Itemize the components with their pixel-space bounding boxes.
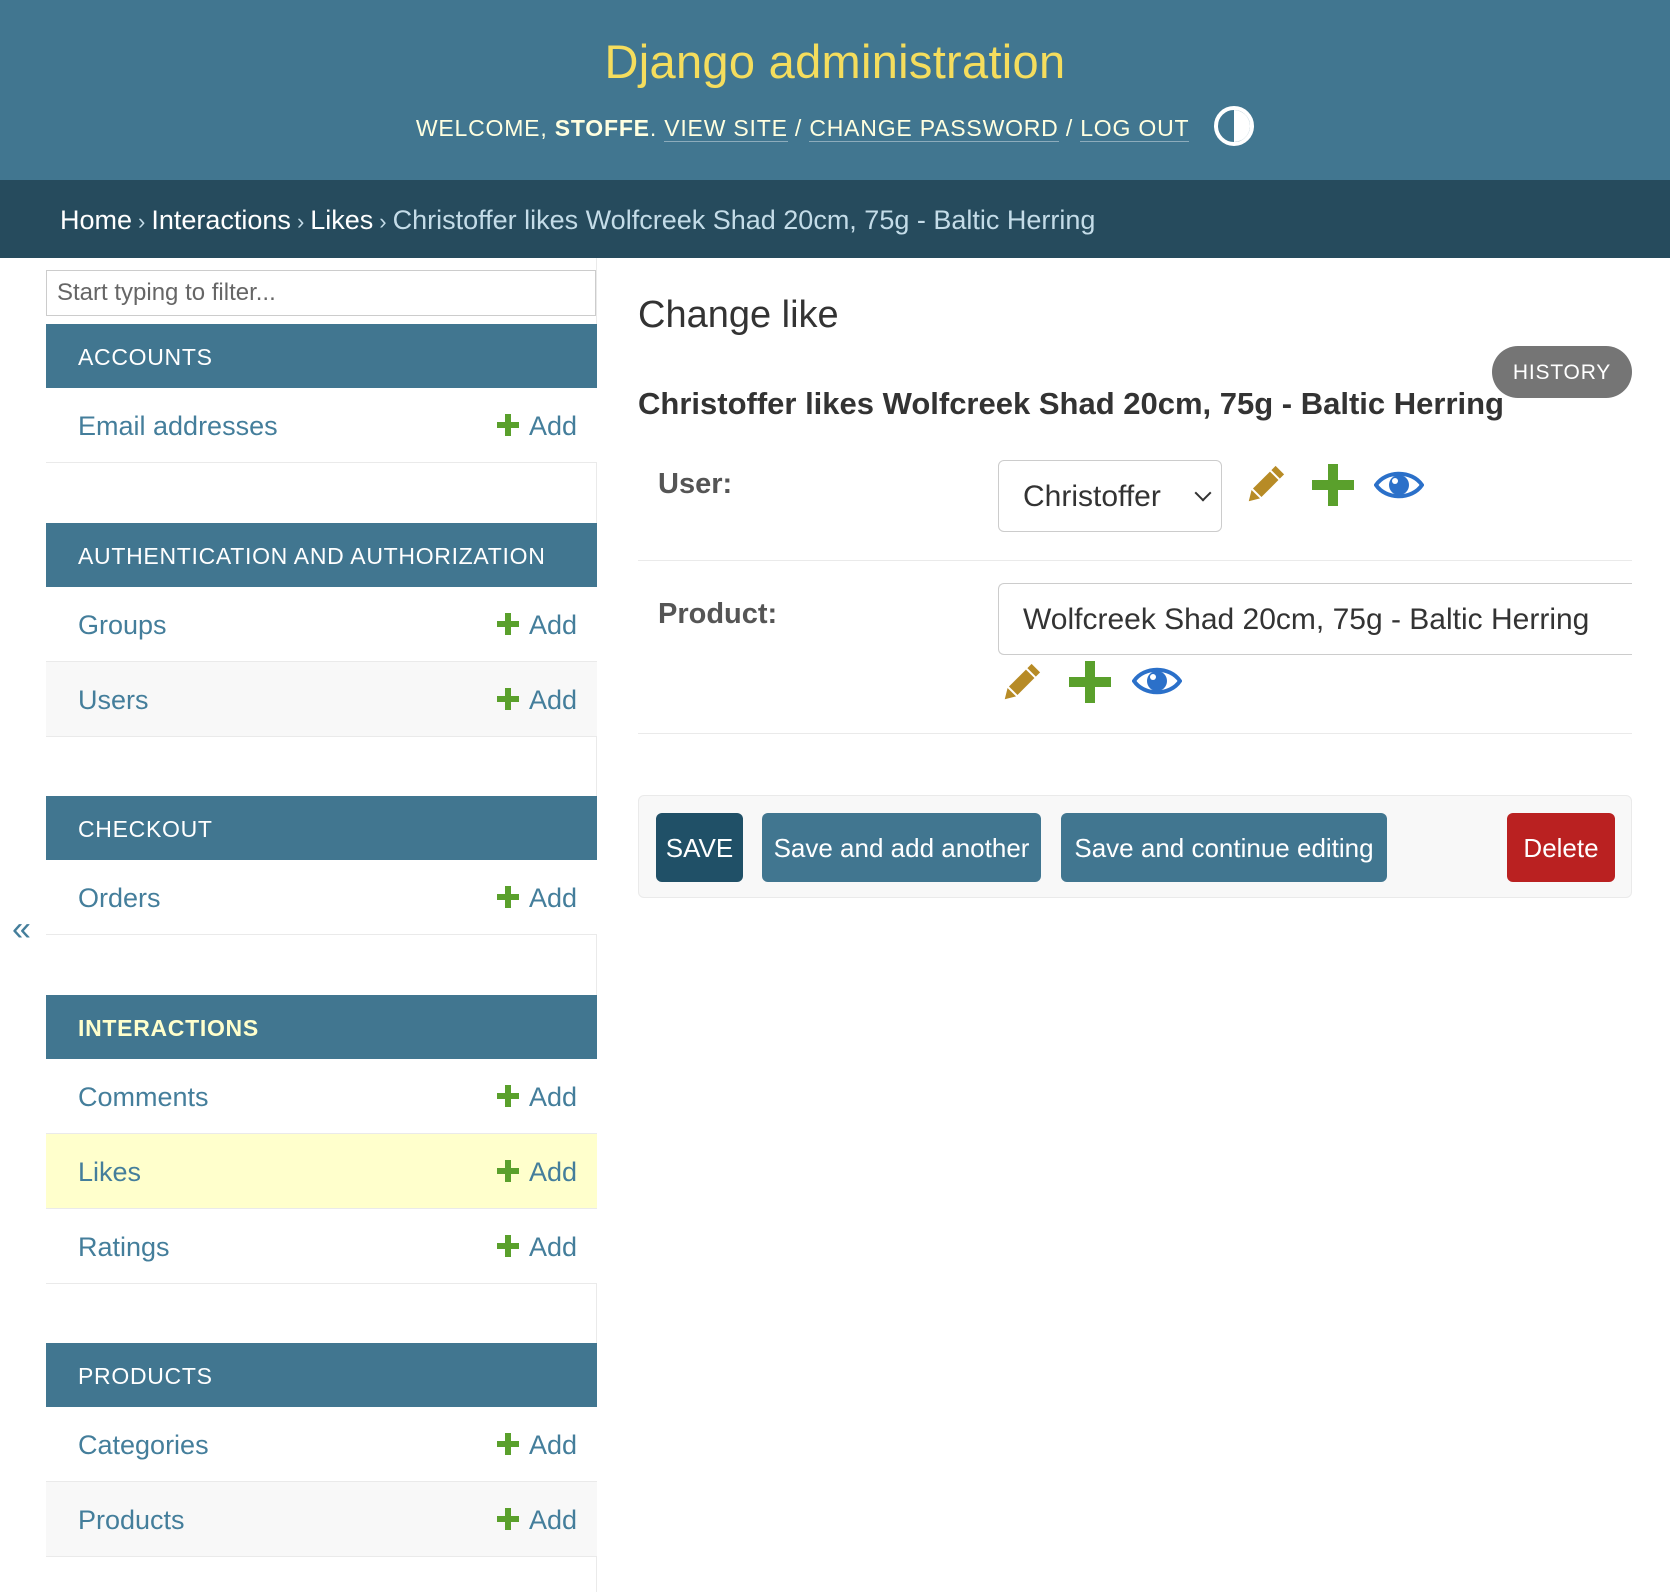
view-site-link[interactable]: VIEW SITE: [664, 115, 788, 143]
model-row-users: Users Add: [46, 662, 597, 737]
product-select-value: Wolfcreek Shad 20cm, 75g - Baltic Herrin…: [1023, 603, 1590, 636]
delete-button[interactable]: Delete: [1507, 813, 1615, 882]
module-caption[interactable]: INTERACTIONS: [46, 995, 597, 1059]
breadcrumb-app[interactable]: Interactions: [151, 205, 291, 235]
add-label: Add: [528, 883, 577, 913]
model-link-likes[interactable]: Likes: [78, 1134, 141, 1210]
module-products: PRODUCTS Categories Add Products Add: [46, 1343, 597, 1557]
separator: /: [794, 115, 803, 142]
site-name[interactable]: Django administration: [0, 34, 1670, 89]
plus-icon[interactable]: [1312, 464, 1354, 506]
add-label: Add: [528, 1430, 577, 1460]
eye-icon[interactable]: [1132, 664, 1182, 698]
breadcrumb-separator: ›: [379, 209, 387, 234]
plus-icon: [496, 1235, 519, 1257]
breadcrumb-current: Christoffer likes Wolfcreek Shad 20cm, 7…: [392, 205, 1096, 235]
model-row-likes: Likes Add: [46, 1134, 597, 1209]
module-caption[interactable]: AUTHENTICATION AND AUTHORIZATION: [46, 523, 597, 587]
history-button[interactable]: HISTORY: [1492, 346, 1632, 398]
user-select[interactable]: Christoffer: [998, 460, 1222, 532]
module-caption[interactable]: ACCOUNTS: [46, 324, 597, 388]
model-link-products[interactable]: Products: [78, 1482, 185, 1558]
add-label: Add: [528, 1232, 577, 1262]
submit-row: SAVE Save and add another Save and conti…: [638, 795, 1632, 898]
breadcrumb-home[interactable]: Home: [60, 205, 132, 235]
module-auth: AUTHENTICATION AND AUTHORIZATION Groups …: [46, 523, 597, 737]
add-product-button[interactable]: Add: [496, 1482, 577, 1558]
user-tools: WELCOME, STOFFE. VIEW SITE / CHANGE PASS…: [0, 106, 1670, 150]
add-comment-button[interactable]: Add: [496, 1059, 577, 1135]
model-row-orders: Orders Add: [46, 860, 597, 935]
plus-icon: [496, 1508, 519, 1530]
module-accounts: ACCOUNTS Email addresses Add: [46, 324, 597, 463]
object-title: Christoffer likes Wolfcreek Shad 20cm, 7…: [638, 386, 1504, 421]
plus-icon: [496, 414, 519, 436]
breadcrumb-separator: ›: [296, 209, 305, 234]
toggle-sidebar-button[interactable]: «: [12, 910, 31, 949]
model-row-comments: Comments Add: [46, 1059, 597, 1134]
page-title: Change like: [638, 294, 839, 336]
model-link-ratings[interactable]: Ratings: [78, 1209, 170, 1285]
model-row-categories: Categories Add: [46, 1407, 597, 1482]
model-link-users[interactable]: Users: [78, 662, 149, 738]
plus-icon: [496, 1160, 519, 1182]
add-label: Add: [528, 1082, 577, 1112]
separator: /: [1065, 115, 1074, 142]
add-rating-button[interactable]: Add: [496, 1209, 577, 1285]
nav-sidebar: ACCOUNTS Email addresses Add AUTHENTICAT…: [46, 258, 597, 1592]
add-like-button[interactable]: Add: [496, 1134, 577, 1210]
add-category-button[interactable]: Add: [496, 1407, 577, 1483]
pencil-icon[interactable]: [1242, 462, 1288, 508]
add-label: Add: [528, 610, 577, 640]
add-order-button[interactable]: Add: [496, 860, 577, 936]
product-label: Product:: [658, 598, 778, 630]
module-caption[interactable]: CHECKOUT: [46, 796, 597, 860]
save-button[interactable]: SAVE: [656, 813, 743, 882]
add-group-button[interactable]: Add: [496, 587, 577, 663]
username: STOFFE: [554, 115, 650, 142]
model-row-email-addresses: Email addresses Add: [46, 388, 597, 463]
plus-icon: [496, 1433, 519, 1455]
add-label: Add: [528, 685, 577, 715]
model-link-categories[interactable]: Categories: [78, 1407, 209, 1483]
plus-icon: [496, 1085, 519, 1107]
nav-filter-input[interactable]: [46, 270, 596, 316]
plus-icon: [496, 613, 519, 635]
user-select-value: Christoffer: [1023, 480, 1161, 513]
contrast-toggle-icon[interactable]: [1214, 106, 1255, 146]
chevron-down-icon: [1194, 484, 1212, 502]
model-link-comments[interactable]: Comments: [78, 1059, 209, 1135]
model-row-groups: Groups Add: [46, 587, 597, 662]
log-out-link[interactable]: LOG OUT: [1080, 115, 1189, 143]
add-user-button[interactable]: Add: [496, 662, 577, 738]
plus-icon[interactable]: [1069, 661, 1111, 703]
save-and-add-another-button[interactable]: Save and add another: [762, 813, 1041, 882]
module-checkout: CHECKOUT Orders Add: [46, 796, 597, 935]
add-label: Add: [528, 411, 577, 441]
change-password-link[interactable]: CHANGE PASSWORD: [809, 115, 1059, 143]
breadcrumb-model[interactable]: Likes: [310, 205, 373, 235]
breadcrumb: Home › Interactions › Likes › Christoffer like…: [0, 180, 1670, 258]
model-row-products: Products Add: [46, 1482, 597, 1557]
module-caption[interactable]: PRODUCTS: [46, 1343, 597, 1407]
breadcrumb-separator: ›: [138, 209, 146, 234]
module-interactions: INTERACTIONS Comments Add Likes Add Rati…: [46, 995, 597, 1284]
model-link-groups[interactable]: Groups: [78, 587, 167, 663]
model-link-orders[interactable]: Orders: [78, 860, 161, 936]
user-label: User:: [658, 468, 733, 500]
product-select[interactable]: Wolfcreek Shad 20cm, 75g - Baltic Herrin…: [998, 583, 1632, 655]
pencil-icon[interactable]: [998, 660, 1044, 706]
add-label: Add: [528, 1505, 577, 1535]
save-and-continue-button[interactable]: Save and continue editing: [1061, 813, 1387, 882]
model-row-ratings: Ratings Add: [46, 1209, 597, 1284]
add-email-address-button[interactable]: Add: [496, 388, 577, 464]
plus-icon: [496, 886, 519, 908]
welcome-text: WELCOME,: [415, 115, 548, 142]
header: Django administration WELCOME, STOFFE. V…: [0, 0, 1670, 180]
add-label: Add: [528, 1157, 577, 1187]
plus-icon: [496, 688, 519, 710]
eye-icon[interactable]: [1374, 468, 1424, 502]
model-link-email-addresses[interactable]: Email addresses: [78, 388, 278, 464]
